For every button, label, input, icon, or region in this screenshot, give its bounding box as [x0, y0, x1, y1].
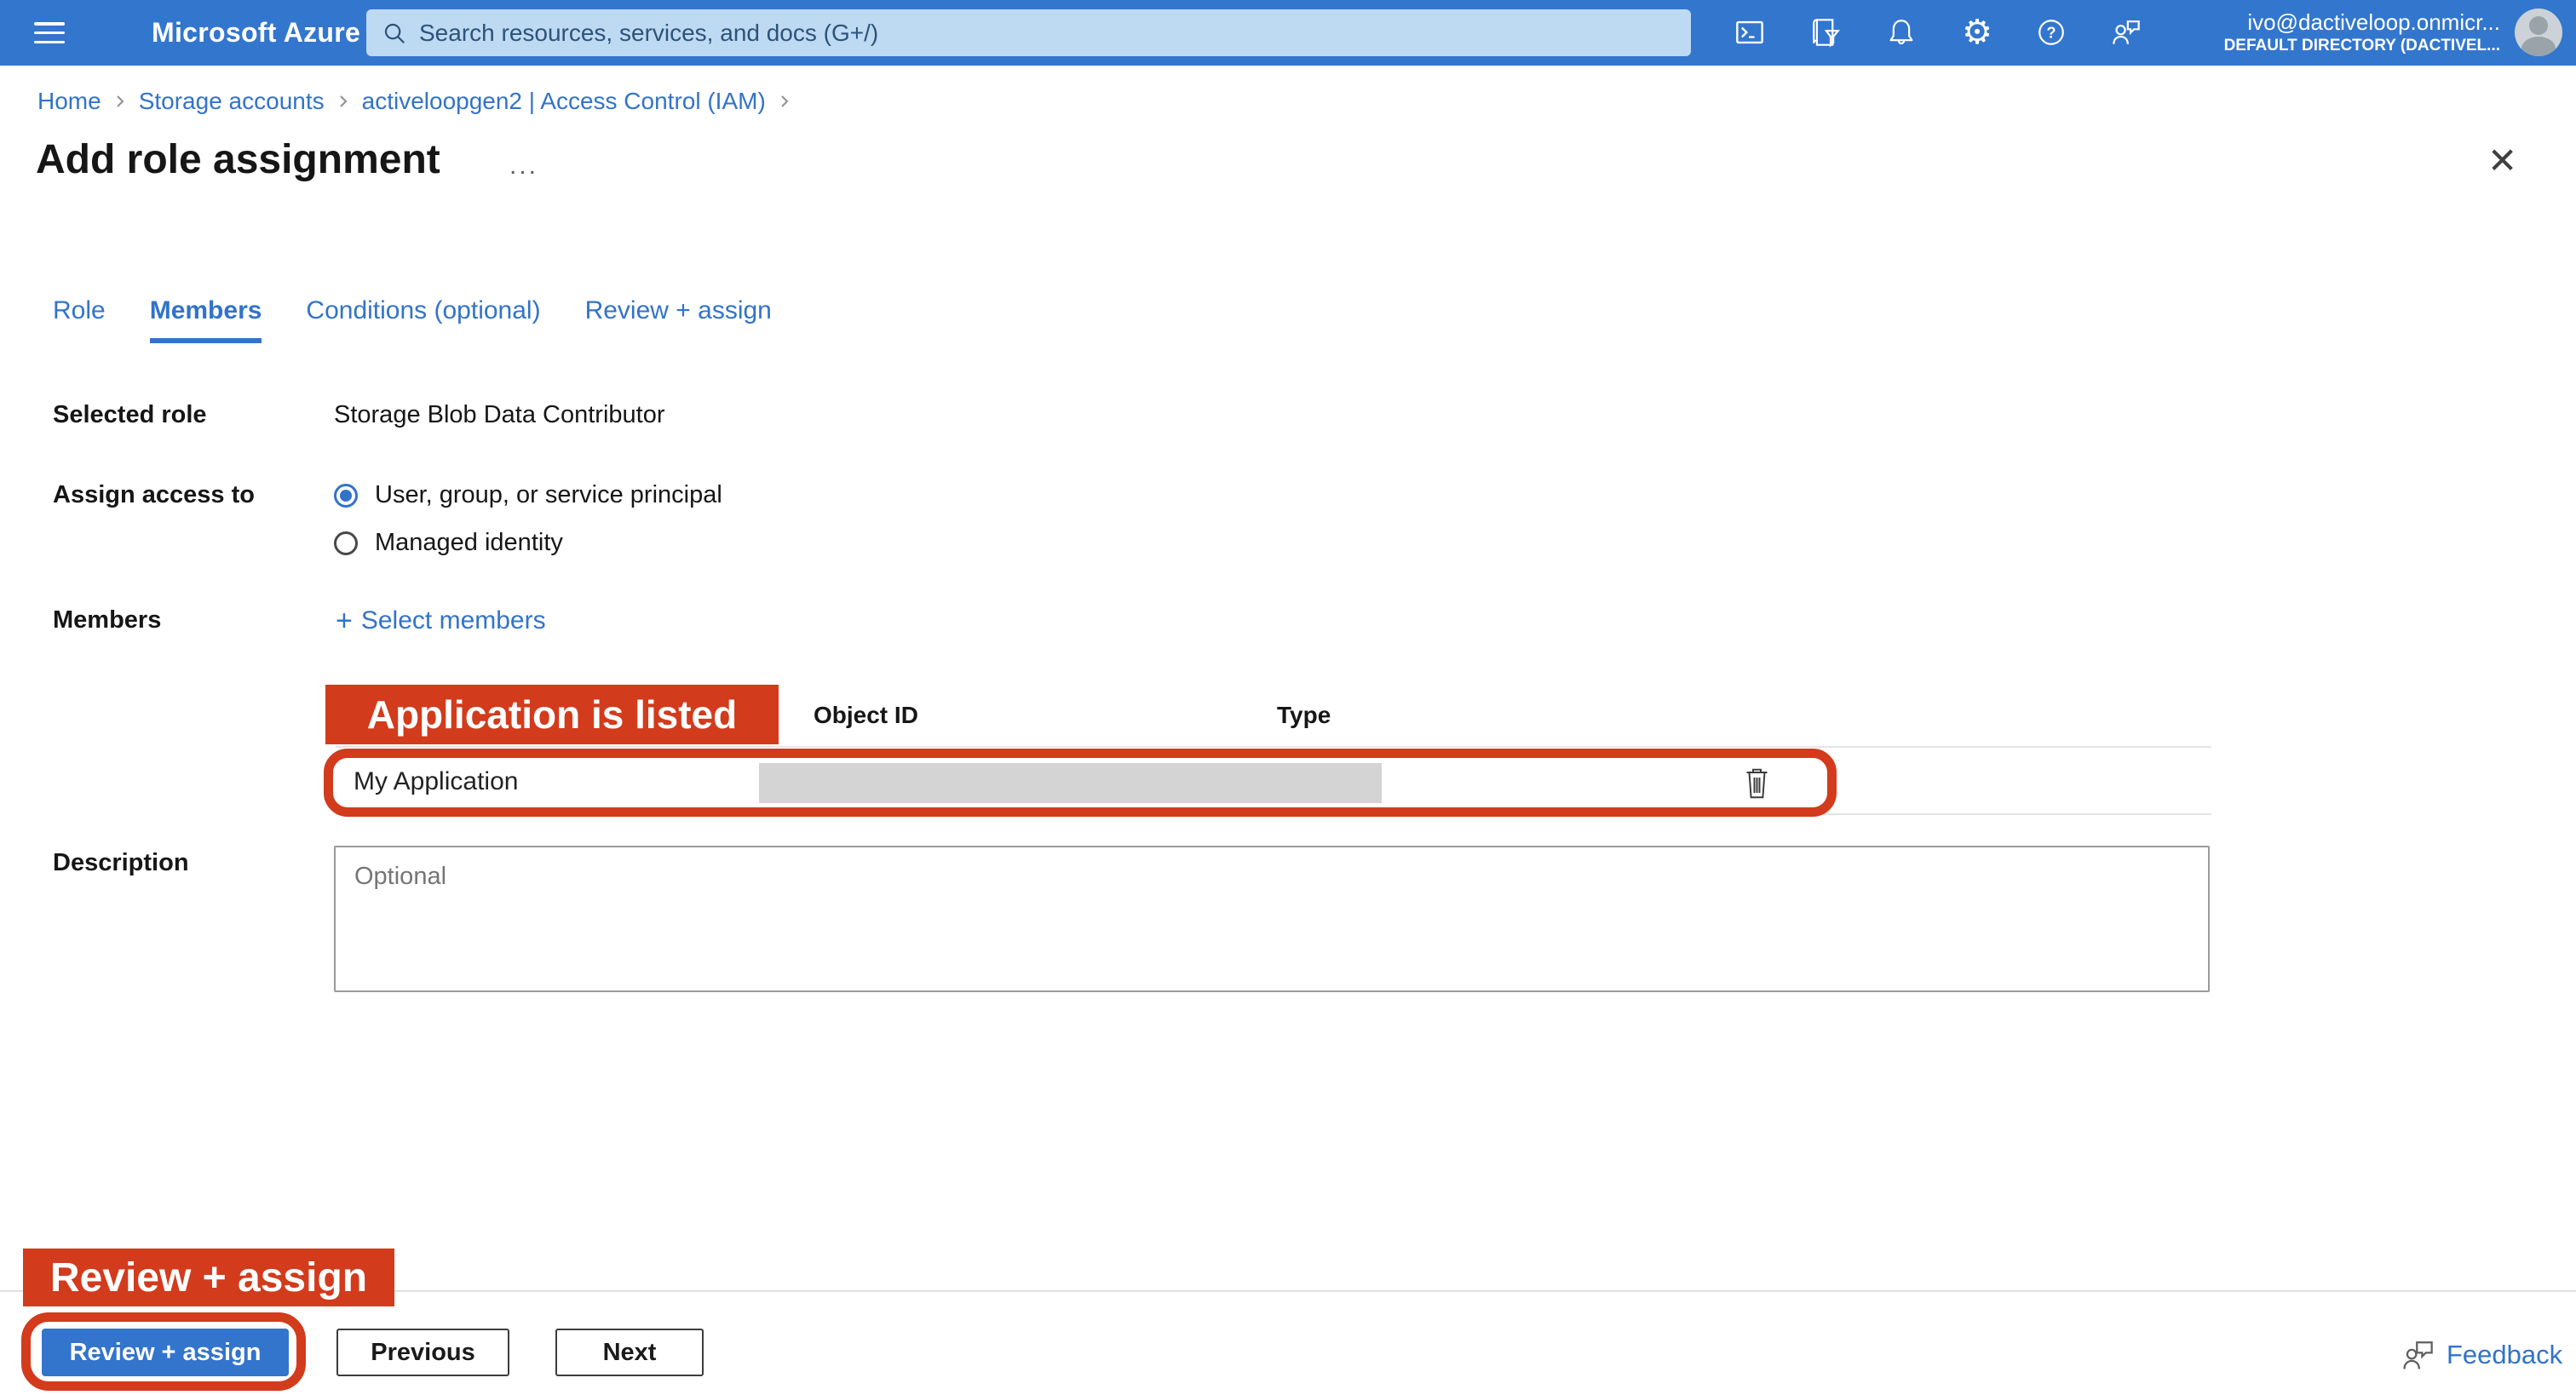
search-icon	[382, 20, 407, 46]
annotation-row-highlight-ring	[324, 749, 1837, 817]
radio-user-group-service-principal[interactable]: User, group, or service principal	[334, 481, 722, 509]
account-info[interactable]: ivo@dactiveloop.onmicr... DEFAULT DIRECT…	[2224, 9, 2500, 56]
chevron-right-icon	[778, 91, 791, 112]
chevron-right-icon	[336, 91, 350, 112]
review-assign-button[interactable]: Review + assign	[42, 1329, 289, 1376]
column-header-object-id: Object ID	[814, 702, 918, 729]
breadcrumb-storage-accounts[interactable]: Storage accounts	[139, 88, 325, 115]
breadcrumb-access-control[interactable]: activeloopgen2 | Access Control (IAM)	[362, 88, 766, 115]
notifications-bell-icon[interactable]	[1881, 12, 1922, 53]
description-label: Description	[53, 849, 189, 877]
members-label: Members	[53, 606, 161, 634]
help-icon[interactable]: ?	[2031, 12, 2072, 53]
radio-unselected-icon	[334, 531, 358, 555]
more-menu-icon[interactable]: ...	[509, 152, 538, 181]
directory-filter-icon[interactable]	[1805, 12, 1846, 53]
breadcrumb: Home Storage accounts activeloopgen2 | A…	[37, 88, 791, 115]
cloud-shell-icon[interactable]	[1729, 12, 1770, 53]
tab-role[interactable]: Role	[53, 296, 106, 343]
global-search[interactable]	[366, 9, 1691, 56]
selected-role-label: Selected role	[53, 401, 207, 429]
account-directory: DEFAULT DIRECTORY (DACTIVEL...	[2224, 36, 2500, 56]
top-bar: Microsoft Azure ⚙	[0, 0, 2576, 66]
search-input[interactable]	[419, 20, 1676, 47]
description-textarea[interactable]	[334, 846, 2210, 992]
tab-conditions[interactable]: Conditions (optional)	[306, 296, 540, 343]
page-title: Add role assignment	[36, 136, 440, 183]
brand-title[interactable]: Microsoft Azure	[152, 17, 360, 49]
feedback-link[interactable]: Feedback	[2401, 1338, 2562, 1372]
tab-members[interactable]: Members	[150, 296, 262, 343]
tab-bar: Role Members Conditions (optional) Revie…	[53, 296, 772, 343]
breadcrumb-home[interactable]: Home	[37, 88, 101, 115]
account-email: ivo@dactiveloop.onmicr...	[2224, 9, 2500, 36]
assign-access-label: Assign access to	[53, 481, 255, 509]
previous-button[interactable]: Previous	[336, 1329, 509, 1376]
hamburger-menu-icon[interactable]	[32, 19, 66, 47]
table-header-divider	[336, 746, 2211, 748]
tab-review-assign[interactable]: Review + assign	[585, 296, 772, 343]
close-icon[interactable]: ✕	[2487, 143, 2517, 179]
annotation-review-assign: Review + assign	[23, 1249, 394, 1306]
feedback-icon	[2401, 1338, 2436, 1372]
feedback-person-icon[interactable]	[2106, 12, 2147, 53]
radio-selected-icon	[334, 484, 358, 508]
avatar[interactable]	[2515, 9, 2562, 56]
annotation-application-listed: Application is listed	[325, 685, 779, 744]
selected-role-value: Storage Blob Data Contributor	[334, 401, 665, 429]
column-header-type: Type	[1277, 702, 1331, 729]
next-button[interactable]: Next	[555, 1329, 704, 1376]
chevron-right-icon	[113, 91, 127, 112]
azure-portal-page: Microsoft Azure ⚙	[0, 0, 2576, 1395]
settings-gear-icon[interactable]: ⚙	[1957, 12, 1998, 53]
plus-icon: +	[336, 608, 353, 634]
select-members-link[interactable]: + Select members	[336, 606, 546, 635]
radio-managed-identity[interactable]: Managed identity	[334, 529, 563, 557]
svg-text:?: ?	[2046, 23, 2056, 41]
